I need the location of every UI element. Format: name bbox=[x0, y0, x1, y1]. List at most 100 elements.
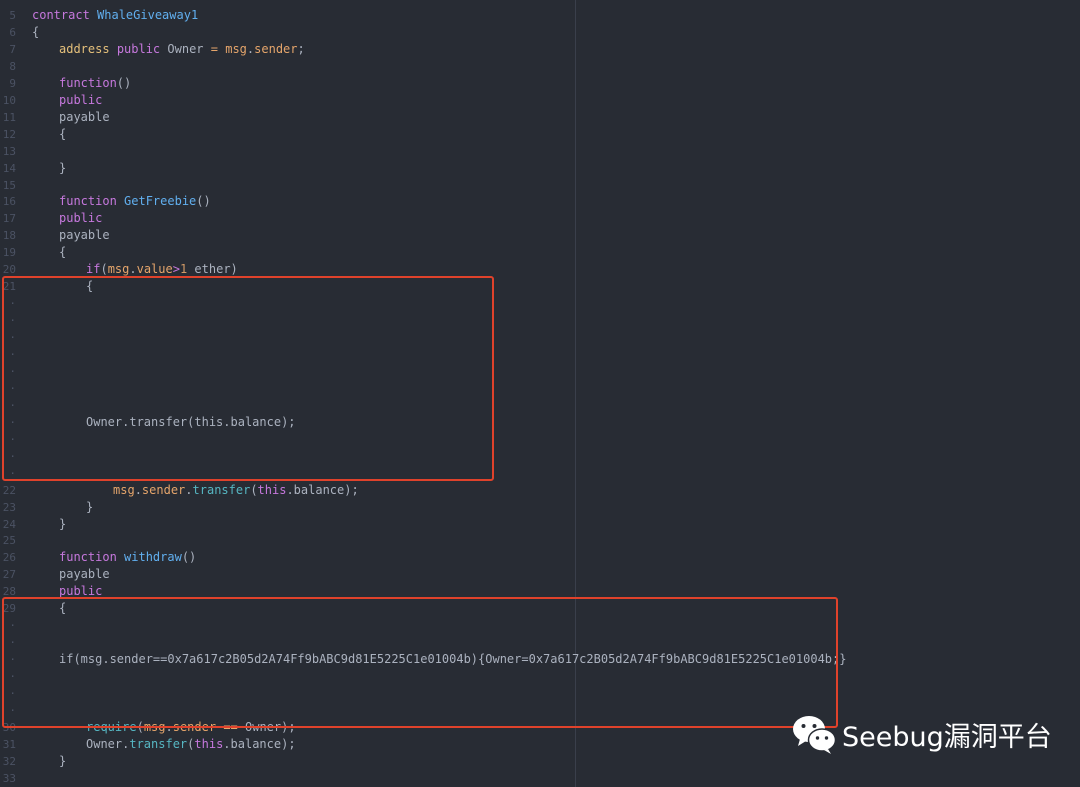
code-token: ether) bbox=[187, 262, 238, 277]
code-token: () bbox=[196, 194, 211, 209]
code-line[interactable]: 17 public bbox=[0, 210, 1080, 227]
code-token: msg bbox=[113, 482, 135, 497]
code-line[interactable]: 5 contract WhaleGiveaway1 bbox=[0, 7, 1080, 24]
highlight-box-withdraw bbox=[2, 597, 838, 728]
code-token: = bbox=[210, 41, 218, 56]
line-number: 16 bbox=[2, 195, 16, 209]
line-number: 33 bbox=[2, 771, 16, 785]
code-line[interactable]: 18 payable bbox=[0, 227, 1080, 244]
code-token: Owner bbox=[160, 41, 211, 56]
code-token: payable bbox=[59, 109, 110, 124]
code-token: payable bbox=[59, 567, 110, 582]
code-line[interactable]: 33 bbox=[0, 770, 1080, 787]
code-token: ( bbox=[250, 482, 258, 497]
code-token: this bbox=[194, 736, 224, 751]
code-line[interactable]: 11 payable bbox=[0, 109, 1080, 126]
code-token: function bbox=[59, 75, 117, 90]
code-line[interactable]: 7 address public Owner = msg.sender; bbox=[0, 41, 1080, 58]
code-token: withdraw bbox=[124, 550, 182, 565]
code-line[interactable]: 16 function GetFreebie() bbox=[0, 193, 1080, 210]
line-number: 26 bbox=[2, 551, 16, 565]
code-text: address public Owner = msg.sender; bbox=[59, 41, 305, 58]
code-line[interactable]: 23} bbox=[0, 499, 1080, 516]
code-token: { bbox=[32, 24, 40, 39]
code-line[interactable]: 26 function withdraw() bbox=[0, 549, 1080, 566]
wechat-icon bbox=[793, 716, 837, 754]
code-text: } bbox=[59, 160, 66, 177]
line-number: 10 bbox=[2, 93, 16, 107]
code-token: transfer bbox=[192, 482, 251, 497]
line-number: 6 bbox=[9, 25, 16, 39]
code-line[interactable]: 8 bbox=[0, 58, 1080, 75]
code-token: public bbox=[59, 92, 103, 107]
code-token: ( bbox=[100, 262, 108, 277]
code-token: contract bbox=[32, 8, 90, 22]
code-text: Owner.transfer(this.balance); bbox=[86, 736, 296, 753]
line-number: 31 bbox=[2, 737, 16, 751]
code-text: } bbox=[59, 753, 66, 770]
code-line[interactable]: 27 payable bbox=[0, 566, 1080, 583]
code-token: sender bbox=[141, 482, 186, 497]
code-line[interactable]: 12 { bbox=[0, 126, 1080, 143]
code-line[interactable]: 24} bbox=[0, 516, 1080, 533]
line-number: 11 bbox=[2, 110, 16, 124]
line-number: 17 bbox=[2, 212, 16, 226]
code-token: . bbox=[129, 262, 137, 277]
code-line[interactable]: 13 bbox=[0, 143, 1080, 160]
code-token: msg bbox=[225, 41, 247, 56]
code-text: payable bbox=[59, 227, 110, 244]
line-number: 22 bbox=[2, 483, 16, 497]
watermark: Seebug漏洞平台 bbox=[790, 712, 1052, 756]
line-number: 27 bbox=[2, 568, 16, 582]
code-text: } bbox=[59, 516, 66, 533]
code-text: function() bbox=[59, 75, 131, 92]
line-number: 8 bbox=[9, 59, 16, 73]
code-token: } bbox=[86, 499, 94, 514]
watermark-text: Seebug漏洞平台 bbox=[842, 721, 1052, 753]
code-token: () bbox=[116, 75, 132, 90]
line-number: 13 bbox=[2, 144, 16, 158]
code-token: } bbox=[59, 160, 67, 175]
code-token: function bbox=[59, 550, 117, 565]
code-line[interactable]: 10 public bbox=[0, 92, 1080, 109]
code-token: > bbox=[172, 262, 180, 277]
code-token: sender bbox=[254, 41, 298, 56]
line-number: 24 bbox=[2, 517, 16, 531]
code-line[interactable]: 19 { bbox=[0, 244, 1080, 261]
highlight-box-getfreebie bbox=[2, 276, 494, 481]
code-text: payable bbox=[59, 109, 110, 126]
code-editor[interactable]: 5 contract WhaleGiveaway1 6{7 address publi… bbox=[0, 0, 1080, 787]
code-text: payable bbox=[59, 566, 110, 583]
line-number: 25 bbox=[2, 534, 16, 548]
code-token: public bbox=[116, 41, 161, 56]
code-token: . bbox=[185, 482, 193, 497]
code-token: payable bbox=[59, 228, 110, 243]
code-line[interactable]: 9 function() bbox=[0, 75, 1080, 92]
code-token: ; bbox=[297, 41, 305, 56]
code-token: if bbox=[86, 262, 101, 277]
code-line[interactable]: 25 bbox=[0, 532, 1080, 549]
code-text: { bbox=[59, 126, 66, 143]
line-number: 18 bbox=[2, 229, 16, 243]
code-token: public bbox=[59, 211, 103, 226]
code-token: . bbox=[134, 482, 142, 497]
code-token: this bbox=[257, 482, 287, 497]
code-line[interactable]: 15 bbox=[0, 177, 1080, 194]
code-text: public bbox=[59, 92, 102, 109]
code-token: } bbox=[59, 753, 67, 768]
code-token: GetFreebie bbox=[124, 194, 197, 209]
line-number: 9 bbox=[9, 76, 16, 90]
code-token: Owner. bbox=[86, 736, 130, 751]
code-token: address bbox=[59, 41, 110, 56]
code-token: value bbox=[136, 262, 173, 277]
line-number: 23 bbox=[2, 500, 16, 514]
code-text: } bbox=[86, 499, 93, 516]
code-token: .balance); bbox=[286, 482, 359, 497]
code-line[interactable]: 14} bbox=[0, 160, 1080, 177]
code-line[interactable]: 22 msg.sender.transfer(this.balance); bbox=[0, 482, 1080, 499]
code-token: } bbox=[59, 516, 67, 531]
code-line[interactable]: 6{ bbox=[0, 24, 1080, 41]
